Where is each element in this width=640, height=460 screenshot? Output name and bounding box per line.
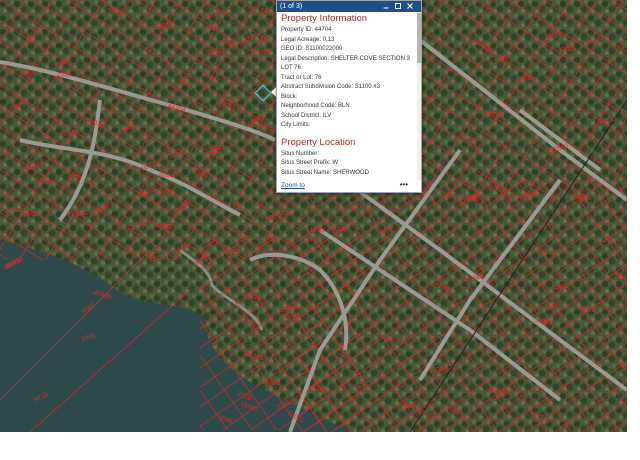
parcel-number-label: 6093 <box>310 227 325 235</box>
field-label: Property ID: <box>281 27 314 33</box>
field-label: Abstract Subdivision Code: <box>281 84 354 90</box>
parcel-number-label: 6093 <box>159 172 174 179</box>
field-label: GEO ID: <box>281 46 304 52</box>
property-location-row: Situs Street Name: SHERWOOD <box>281 169 416 179</box>
property-info-row: Property ID: 44704 <box>281 26 416 36</box>
popup-header: (1 of 3) <box>277 1 421 12</box>
parcel-number-label: 25505 <box>253 48 272 56</box>
property-popup: (1 of 3) Property Information Property I… <box>276 0 422 193</box>
parcel-number-label: 3718 <box>226 248 241 256</box>
field-label: Situs Number: <box>281 150 320 157</box>
collapse-icon[interactable] <box>383 3 389 9</box>
property-info-row: Neighborhood Code: BLN <box>281 102 416 112</box>
section-title-property-location: Property Location <box>281 136 356 148</box>
property-info-row: City Limits: <box>281 121 416 131</box>
field-label: City Limits: <box>281 122 311 128</box>
parcel-number-label: 9087 <box>507 196 522 203</box>
parcel-number-label: 25505 <box>274 210 293 218</box>
field-label: Legal Description: <box>281 55 330 62</box>
field-label: Block: <box>281 93 298 100</box>
parcel-number-label: 90020 <box>210 144 229 152</box>
property-info-row: School District: ILV <box>281 112 416 122</box>
field-value: SHERWOOD <box>331 169 369 176</box>
property-info-row: Block: <box>281 93 416 103</box>
close-icon[interactable] <box>407 3 413 9</box>
field-value: W <box>330 160 339 166</box>
maximize-icon[interactable] <box>395 3 401 9</box>
field-value: 44704 <box>313 27 332 33</box>
property-location-row: Situs Street Prefix: W <box>281 159 416 169</box>
field-value: 0.13 <box>321 36 335 43</box>
property-info-row: Legal Acreage: 0.13 <box>281 36 416 46</box>
field-label: Legal Acreage: <box>281 36 322 43</box>
field-value: 76 <box>313 74 322 81</box>
property-info-row: GEO ID: S1100022000 <box>281 45 416 55</box>
parcel-number-label: 14411 <box>520 191 538 199</box>
parcel-number-label: 17021 <box>541 249 560 257</box>
property-location-row: Situs Number: <box>281 150 416 160</box>
parcel-number-label: 14411 <box>22 210 40 218</box>
zoom-to-link[interactable]: Zoom to <box>281 182 305 189</box>
property-info-row: Legal Description: SHELTER COVE SECTION … <box>281 55 414 74</box>
parcel-number-label: 3602 <box>5 207 20 215</box>
property-info-row: Tract or Lot: 76 <box>281 74 416 84</box>
field-value: ILV <box>321 112 332 119</box>
field-label: Situs Street Prefix: <box>281 160 331 166</box>
popup-footer: Zoom to ••• <box>277 180 416 192</box>
section-title-property-information: Property Information <box>281 13 368 24</box>
more-options-icon[interactable]: ••• <box>400 180 408 189</box>
popup-body[interactable]: Property Information Property ID: 44704 L… <box>277 12 416 180</box>
field-value: BLN <box>336 103 350 109</box>
property-info-row: Abstract Subdivision Code: S1100 #3 <box>281 83 416 93</box>
popup-scrollbar-thumb[interactable] <box>417 13 421 63</box>
field-label: Situs Street Name: <box>281 169 332 176</box>
parcel-number-label: 2110 <box>57 71 71 78</box>
field-value: S1100 #3 <box>353 84 380 90</box>
field-label: School District: <box>281 112 322 119</box>
field-label: Tract or Lot: <box>281 74 314 81</box>
feature-counter: (1 of 3) <box>280 3 303 10</box>
field-label: Neighborhood Code: <box>281 103 337 109</box>
field-value: S1100022000 <box>303 46 343 52</box>
